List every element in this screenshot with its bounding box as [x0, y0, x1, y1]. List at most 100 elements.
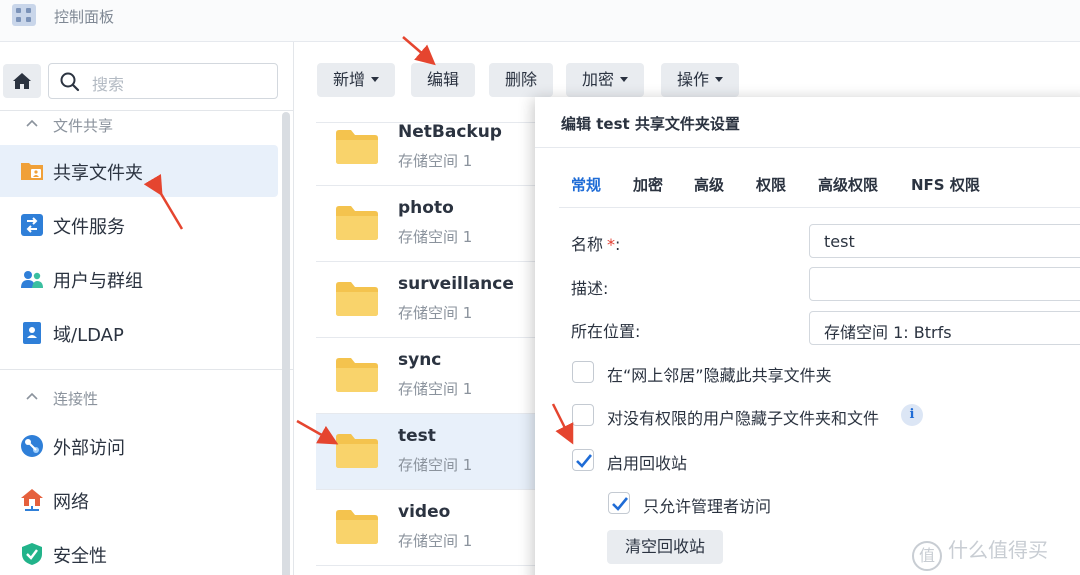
admin-only-checkbox[interactable]	[608, 492, 630, 514]
dialog-title: 编辑 test 共享文件夹设置	[561, 115, 740, 133]
sidebar-item-file-services[interactable]: 文件服务	[0, 199, 278, 251]
checkmark-icon	[576, 454, 593, 468]
description-field[interactable]	[809, 267, 1080, 301]
hide-subfolders-checkbox[interactable]	[572, 404, 594, 426]
folder-name: test	[398, 426, 436, 446]
sidebar-item-domain-ldap[interactable]: 域/LDAP	[0, 307, 278, 359]
name-label-text: 名称	[571, 235, 604, 254]
folder-name: surveillance	[398, 274, 514, 294]
tab-advanced-permissions[interactable]: 高级权限	[818, 174, 878, 195]
edit-shared-folder-dialog: 编辑 test 共享文件夹设置 常规 加密 高级 权限 高级权限 NFS 权限 …	[535, 97, 1080, 575]
sidebar-item-label: 文件服务	[53, 217, 125, 238]
hide-subfolders-label: 对没有权限的用户隐藏子文件夹和文件	[607, 409, 880, 428]
caret-down-icon	[715, 77, 724, 82]
sidebar-item-shared-folder[interactable]: 共享文件夹	[0, 145, 278, 197]
sidebar-item-external-access[interactable]: 外部访问	[0, 420, 278, 472]
folder-volume: 存储空间 1	[398, 152, 473, 170]
watermark: 值什么值得买	[912, 534, 1048, 571]
folder-icon	[336, 130, 378, 164]
sidebar-item-network[interactable]: 网络	[0, 474, 278, 526]
info-icon[interactable]: i	[901, 404, 923, 426]
search-icon	[60, 72, 80, 92]
sidebar-item-label: 安全性	[53, 546, 107, 567]
location-select[interactable]: 存储空间 1: Btrfs	[809, 311, 1080, 345]
sidebar-item-label: 外部访问	[53, 438, 125, 459]
folder-icon	[336, 282, 378, 316]
caret-down-icon	[620, 77, 629, 82]
sidebar-item-label: 共享文件夹	[53, 163, 143, 184]
location-select-value: 存储空间 1: Btrfs	[824, 323, 952, 342]
caret-down-icon	[371, 77, 380, 82]
required-mark: *	[607, 235, 616, 254]
sidebar-item-security[interactable]: 安全性	[0, 528, 278, 575]
section-label: 文件共享	[53, 117, 114, 135]
delete-button[interactable]: 删除	[489, 63, 554, 97]
name-field[interactable]: test	[809, 224, 1080, 258]
section-label: 连接性	[53, 390, 99, 408]
action-button-label: 操作	[677, 70, 710, 89]
encrypt-button-label: 加密	[582, 70, 615, 89]
domain-ldap-icon	[23, 322, 41, 344]
shared-folder-list: NetBackup 存储空间 1 photo 存储空间 1 surveillance 存储…	[316, 110, 546, 575]
tab-general[interactable]: 常规	[571, 174, 601, 195]
divider	[0, 369, 294, 370]
watermark-text: 什么值得买	[948, 538, 1048, 562]
folder-name: NetBackup	[398, 122, 502, 142]
empty-recycle-bin-button[interactable]: 清空回收站	[607, 530, 724, 564]
recycle-bin-checkbox[interactable]	[572, 449, 594, 471]
chevron-up-icon	[26, 119, 38, 127]
tab-divider	[559, 207, 1080, 208]
section-file-sharing[interactable]: 文件共享	[0, 112, 280, 142]
control-panel-logo-icon	[12, 4, 36, 26]
home-button[interactable]	[3, 64, 41, 98]
search-input[interactable]: 搜索	[48, 63, 278, 99]
sidebar-item-user-group[interactable]: 用户与群组	[0, 253, 278, 305]
edit-button[interactable]: 编辑	[411, 63, 476, 97]
sidebar-item-label: 用户与群组	[53, 271, 143, 292]
search-placeholder: 搜索	[92, 75, 125, 94]
recycle-bin-label: 启用回收站	[607, 454, 688, 473]
folder-volume: 存储空间 1	[398, 228, 473, 246]
tab-encryption[interactable]: 加密	[633, 174, 663, 195]
edit-button-label: 编辑	[427, 70, 460, 89]
sidebar: 搜索 文件共享 共享文件夹 文件服务 用户与群组 域/LDAP 连接性 外部访问…	[0, 42, 294, 575]
hide-network-checkbox[interactable]	[572, 361, 594, 383]
external-access-icon	[21, 435, 43, 457]
folder-volume: 存储空间 1	[398, 304, 473, 322]
admin-only-label: 只允许管理者访问	[643, 497, 772, 516]
folder-volume: 存储空间 1	[398, 532, 473, 550]
tab-advanced[interactable]: 高级	[694, 174, 724, 195]
section-connectivity[interactable]: 连接性	[0, 385, 280, 415]
security-shield-icon	[22, 543, 42, 565]
encrypt-button[interactable]: 加密	[566, 63, 645, 97]
app-title: 控制面板	[54, 8, 115, 26]
shared-folder-icon	[21, 163, 43, 180]
folder-row[interactable]: sync 存储空间 1	[316, 338, 546, 414]
folder-row[interactable]: photo 存储空间 1	[316, 186, 546, 262]
folder-icon	[336, 206, 378, 240]
delete-button-label: 删除	[505, 70, 538, 89]
sidebar-item-label: 网络	[53, 492, 89, 513]
home-icon	[13, 73, 31, 89]
divider	[535, 147, 1080, 148]
user-group-icon	[21, 271, 43, 288]
watermark-logo: 值	[912, 541, 942, 571]
sidebar-scrollbar[interactable]	[282, 112, 290, 575]
folder-row[interactable]: test 存储空间 1	[316, 414, 546, 490]
folder-name: video	[398, 502, 451, 522]
name-field-value: test	[824, 232, 855, 251]
folder-row[interactable]: NetBackup 存储空间 1	[316, 110, 546, 186]
folder-icon	[336, 510, 378, 544]
folder-icon	[336, 358, 378, 392]
folder-row[interactable]: surveillance 存储空间 1	[316, 262, 546, 338]
folder-name: photo	[398, 198, 454, 218]
create-button[interactable]: 新增	[317, 63, 396, 97]
folder-row[interactable]: video 存储空间 1	[316, 490, 546, 566]
name-colon: :	[615, 235, 621, 254]
tab-permissions[interactable]: 权限	[756, 174, 786, 195]
folder-icon	[336, 434, 378, 468]
action-button[interactable]: 操作	[661, 63, 740, 97]
network-icon	[21, 489, 43, 511]
tab-nfs-permissions[interactable]: NFS 权限	[911, 174, 980, 195]
folder-volume: 存储空间 1	[398, 380, 473, 398]
